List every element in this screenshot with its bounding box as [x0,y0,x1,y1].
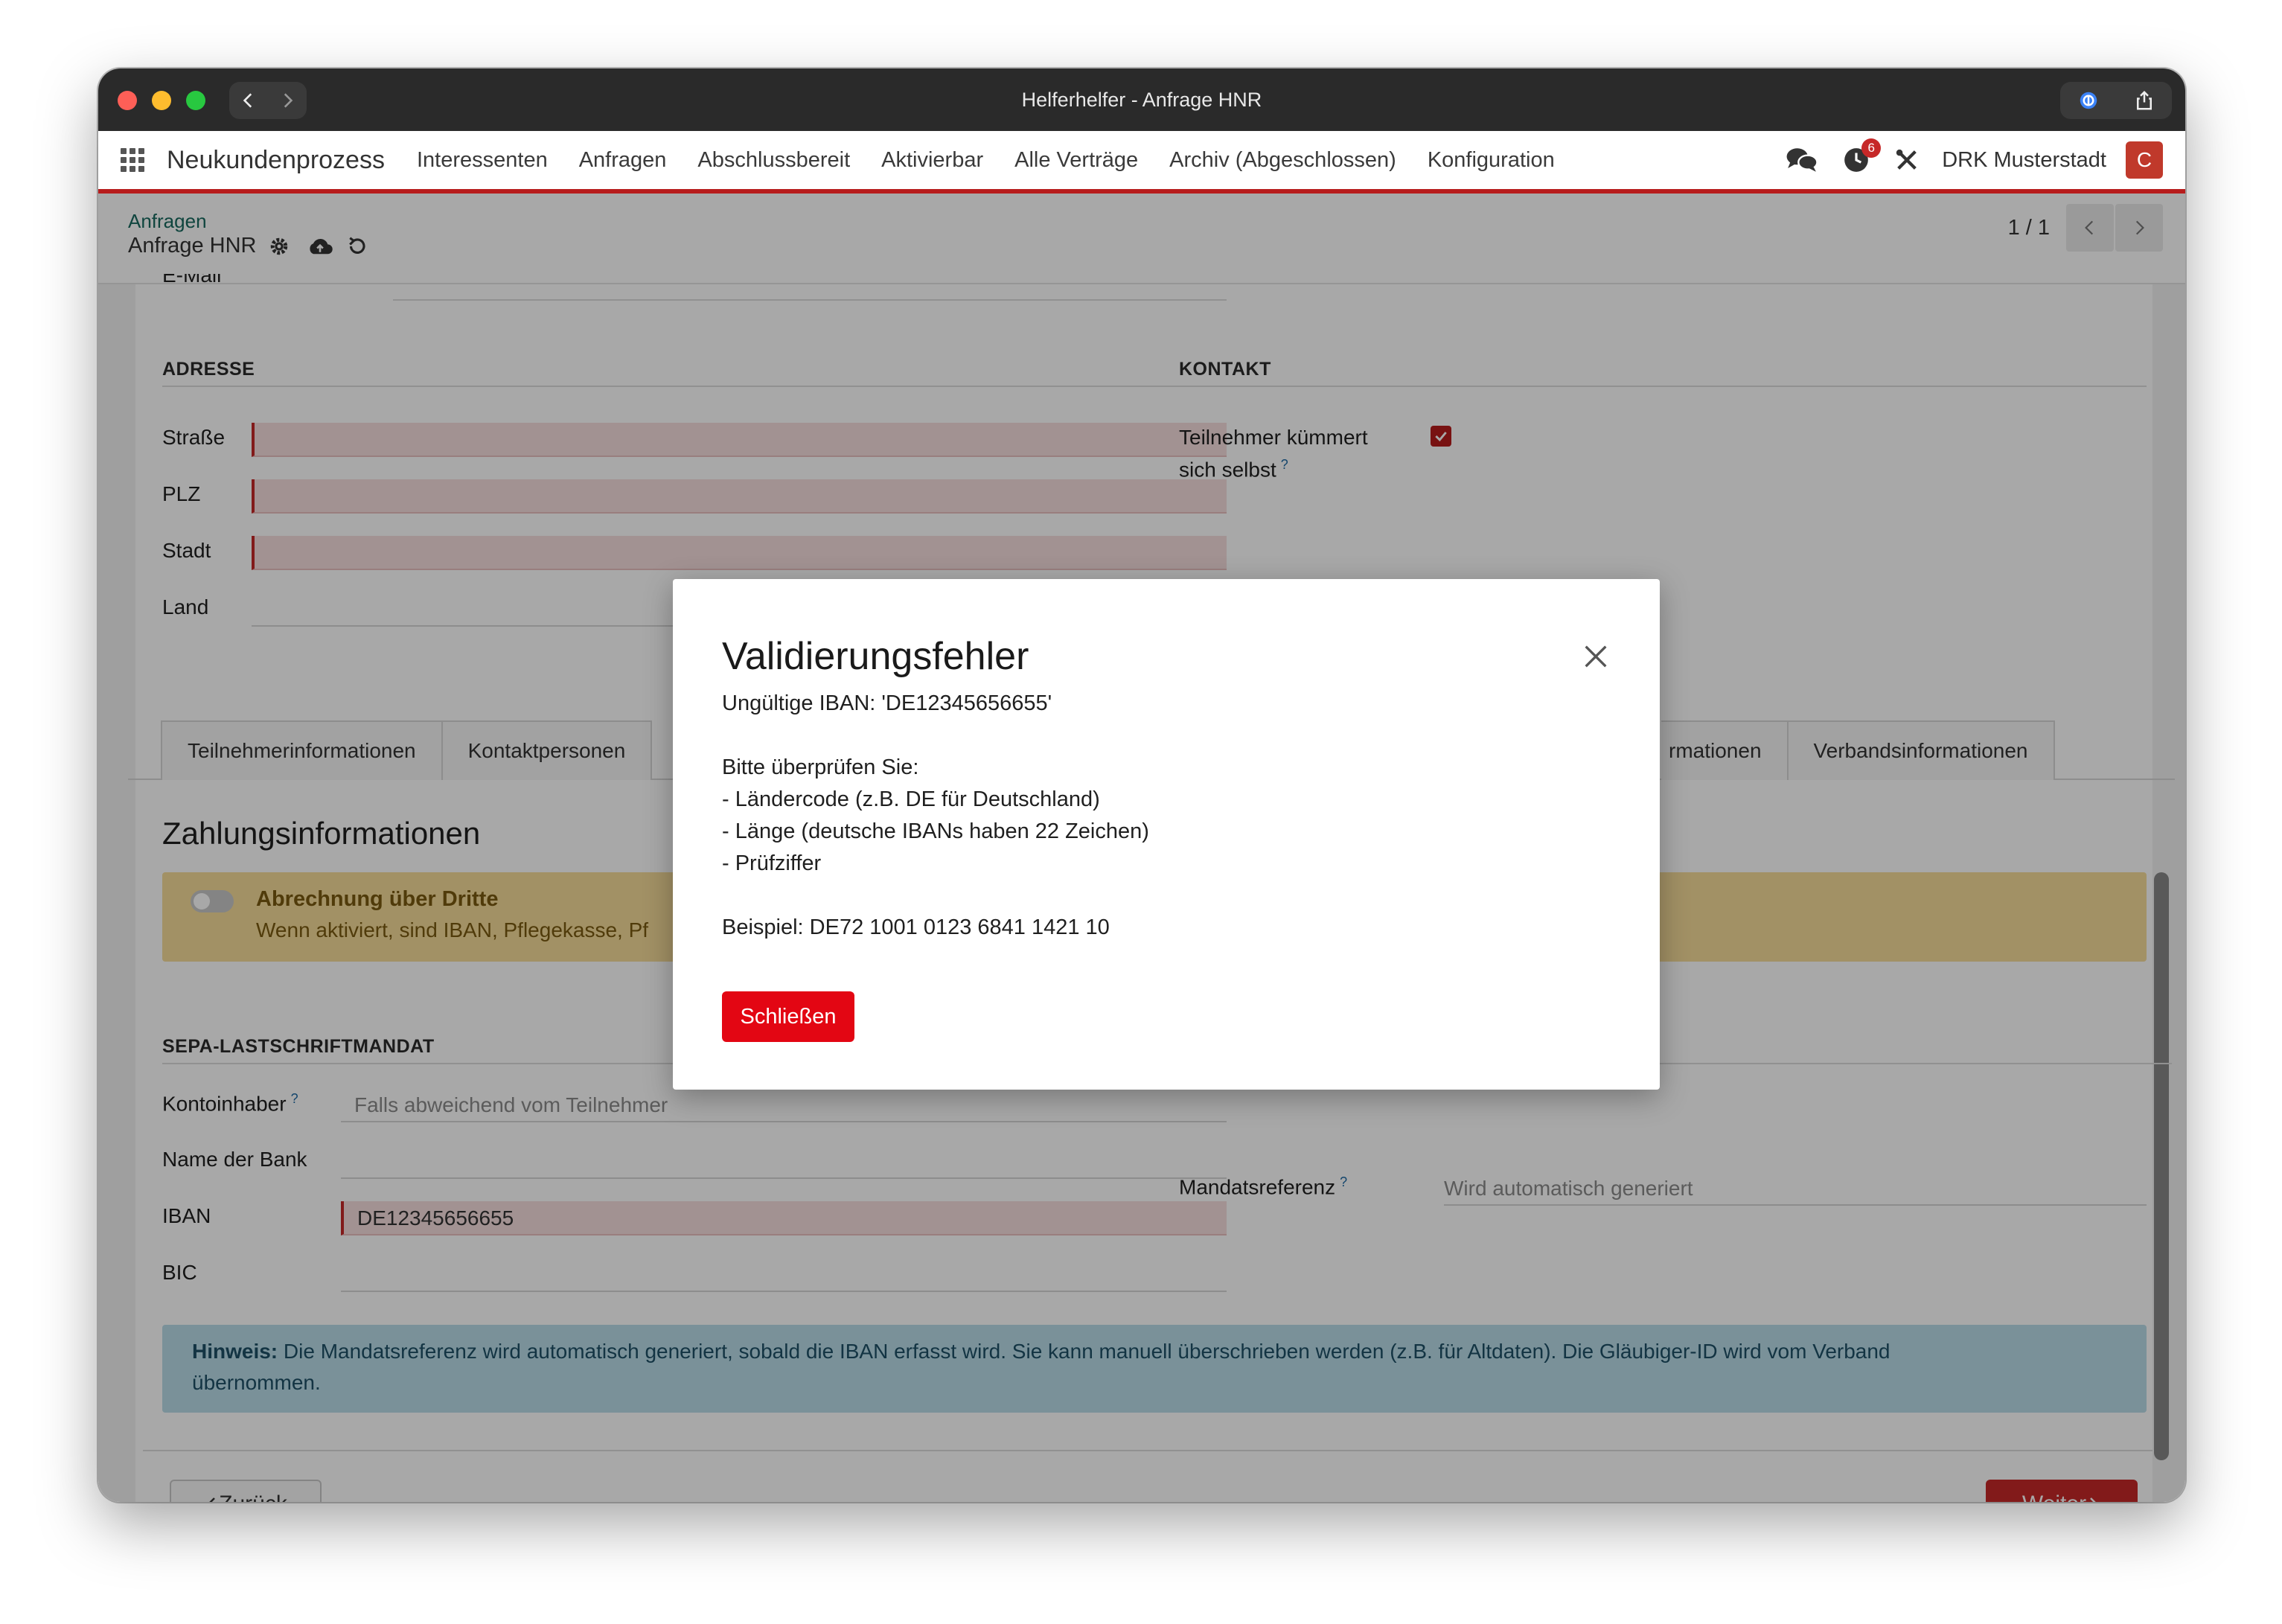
user-avatar[interactable]: C [2126,141,2163,179]
dialog-title: Validierungsfehler [722,635,1029,678]
title-bar: Helferhelfer - Anfrage HNR [98,68,2185,131]
chat-icon[interactable] [1786,145,1818,175]
app-brand[interactable]: Neukundenprozess [167,146,385,175]
dialog-line-invalid-iban: Ungültige IBAN: 'DE12345656655' [722,691,1052,715]
password-icon[interactable] [2060,82,2116,119]
activity-clock-icon[interactable]: 6 [1842,138,1882,174]
main-menu: Interessenten Anfragen Abschlussbereit A… [401,148,1570,173]
menu-konfiguration[interactable]: Konfiguration [1428,148,1555,173]
dialog-line-checksum: - Prüfziffer [722,851,822,875]
menu-aktivierbar[interactable]: Aktivierbar [881,148,983,173]
activity-badge: 6 [1861,138,1882,158]
dialog-line-country-code: - Ländercode (z.B. DE für Deutschland) [722,787,1100,811]
menu-anfragen[interactable]: Anfragen [579,148,667,173]
app-navbar: Neukundenprozess Interessenten Anfragen … [98,131,2185,194]
company-switcher[interactable]: DRK Musterstadt [1942,148,2106,173]
dialog-line-check: Bitte überprüfen Sie: [722,755,919,779]
titlebar-actions [2060,82,2172,119]
dialog-line-length: - Länge (deutsche IBANs haben 22 Zeichen… [722,819,1149,843]
browser-window: Helferhelfer - Anfrage HNR Neukundenproz… [98,68,2185,1502]
dialog-close-button[interactable]: Schließen [722,991,854,1042]
validation-error-dialog: Validierungsfehler Ungültige IBAN: 'DE12… [673,579,1660,1090]
share-icon[interactable] [2116,82,2172,119]
menu-archiv[interactable]: Archiv (Abgeschlossen) [1169,148,1396,173]
close-icon[interactable] [1581,642,1611,671]
menu-alle-vertraege[interactable]: Alle Verträge [1014,148,1138,173]
navbar-systray: 6 DRK Musterstadt C [1774,131,2163,189]
dialog-line-example: Beispiel: DE72 1001 0123 6841 1421 10 [722,915,1110,939]
menu-interessenten[interactable]: Interessenten [417,148,548,173]
app-grid-icon[interactable] [121,148,144,172]
menu-abschlussbereit[interactable]: Abschlussbereit [697,148,850,173]
tools-icon[interactable] [1894,147,1920,173]
dialog-body: Ungültige IBAN: 'DE12345656655' Bitte üb… [722,688,1149,944]
window-title: Helferhelfer - Anfrage HNR [1021,89,1262,111]
